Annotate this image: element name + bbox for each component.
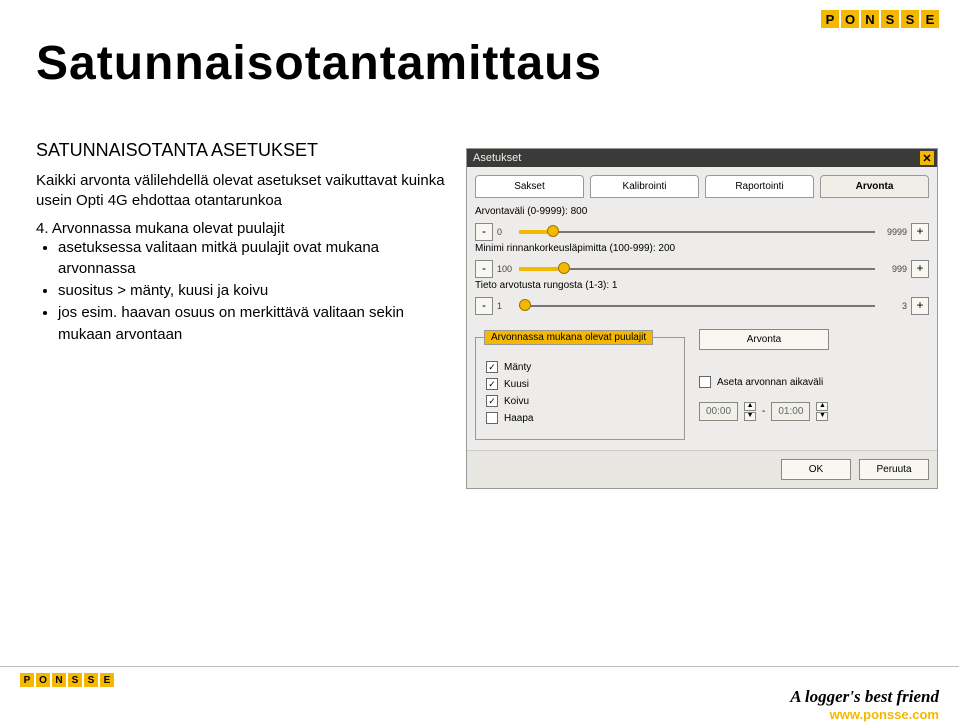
slider-tieto: - 1 3 + xyxy=(475,297,929,315)
interval-label: Aseta arvonnan aikaväli xyxy=(717,377,823,388)
slider-min: 0 xyxy=(497,227,515,237)
slider-min: 100 xyxy=(497,264,515,274)
group-legend: Arvonnassa mukana olevat puulajit xyxy=(484,330,653,345)
panel-title: Asetukset xyxy=(473,152,521,164)
footer-url: www.ponsse.com xyxy=(790,707,939,722)
bullet: asetuksessa valitaan mitkä puulajit ovat… xyxy=(58,237,446,281)
time-dash: - xyxy=(762,406,765,417)
slide-footer: P O N S S E A logger's best friend www.p… xyxy=(0,666,959,710)
slider-arvontavali: - 0 9999 + xyxy=(475,223,929,241)
tagline: A logger's best friend xyxy=(790,687,939,707)
time-to-field[interactable]: 01:00 xyxy=(771,402,810,421)
species-row-manty: ✓ Mänty xyxy=(486,361,674,373)
bullet: suositus > mänty, kuusi ja koivu xyxy=(58,280,446,302)
species-row-kuusi: ✓ Kuusi xyxy=(486,378,674,390)
species-row-koivu: ✓ Koivu xyxy=(486,395,674,407)
logo-letter: S xyxy=(901,10,919,28)
minus-button[interactable]: - xyxy=(475,260,493,278)
logo-letter: S xyxy=(881,10,899,28)
item4-heading: 4. Arvonnassa mukana olevat puulajit xyxy=(36,220,446,237)
slider-min: 1 xyxy=(497,301,515,311)
spin-down-icon[interactable]: ▼ xyxy=(816,412,828,421)
checkbox[interactable] xyxy=(486,412,498,424)
minus-button[interactable]: - xyxy=(475,297,493,315)
logo-letter: N xyxy=(861,10,879,28)
slider-max: 9999 xyxy=(879,227,907,237)
species-label: Mänty xyxy=(504,362,531,373)
slider-max: 999 xyxy=(879,264,907,274)
logo-letter: N xyxy=(52,673,66,687)
slider-minimi: - 100 999 + xyxy=(475,260,929,278)
logo-letter: E xyxy=(100,673,114,687)
tab-raportointi[interactable]: Raportointi xyxy=(705,175,814,198)
panel-titlebar: Asetukset ✕ xyxy=(467,149,937,167)
close-icon[interactable]: ✕ xyxy=(920,151,934,165)
slider-max: 3 xyxy=(879,301,907,311)
panel-footer: OK Peruuta xyxy=(467,450,937,488)
time-from-field[interactable]: 00:00 xyxy=(699,402,738,421)
intro-text: Kaikki arvonta välilehdellä olevat asetu… xyxy=(36,171,446,212)
species-row-haapa: Haapa xyxy=(486,412,674,424)
tab-arvonta[interactable]: Arvonta xyxy=(820,175,929,198)
tab-kalibrointi[interactable]: Kalibrointi xyxy=(590,175,699,198)
logo-letter: S xyxy=(84,673,98,687)
checkbox[interactable]: ✓ xyxy=(486,395,498,407)
cancel-button[interactable]: Peruuta xyxy=(859,459,929,480)
tab-bar: Sakset Kalibrointi Raportointi Arvonta xyxy=(467,167,937,202)
species-label: Haapa xyxy=(504,413,533,424)
checkbox[interactable]: ✓ xyxy=(486,361,498,373)
logo-letter: P xyxy=(821,10,839,28)
plus-button[interactable]: + xyxy=(911,223,929,241)
slider-label: Tieto arvotusta rungosta (1-3): 1 xyxy=(475,280,929,291)
species-group: Arvonnassa mukana olevat puulajit ✓ Mänt… xyxy=(475,337,685,440)
logo-letter: P xyxy=(20,673,34,687)
spin-up-icon[interactable]: ▲ xyxy=(744,402,756,411)
slider-label: Minimi rinnankorkeusläpimitta (100-999):… xyxy=(475,243,929,254)
plus-button[interactable]: + xyxy=(911,260,929,278)
slider-thumb[interactable] xyxy=(547,225,559,237)
logo-letter: E xyxy=(921,10,939,28)
ponsse-logo-bottom: P O N S S E xyxy=(20,673,939,687)
species-label: Koivu xyxy=(504,396,529,407)
slider-thumb[interactable] xyxy=(558,262,570,274)
species-label: Kuusi xyxy=(504,379,529,390)
checkbox-interval[interactable] xyxy=(699,376,711,388)
slider-track[interactable] xyxy=(519,260,875,278)
ok-button[interactable]: OK xyxy=(781,459,851,480)
spin-up-icon[interactable]: ▲ xyxy=(816,402,828,411)
slider-thumb[interactable] xyxy=(519,299,531,311)
plus-button[interactable]: + xyxy=(911,297,929,315)
page-title: Satunnaisotantamittaus xyxy=(36,36,602,91)
logo-letter: O xyxy=(36,673,50,687)
slider-label: Arvontaväli (0-9999): 800 xyxy=(475,206,929,217)
arvonta-button[interactable]: Arvonta xyxy=(699,329,829,350)
minus-button[interactable]: - xyxy=(475,223,493,241)
spin-down-icon[interactable]: ▼ xyxy=(744,412,756,421)
tab-sakset[interactable]: Sakset xyxy=(475,175,584,198)
section-subhead: SATUNNAISOTANTA ASETUKSET xyxy=(36,140,446,161)
settings-panel: Asetukset ✕ Sakset Kalibrointi Raportoin… xyxy=(466,148,938,489)
logo-letter: S xyxy=(68,673,82,687)
ponsse-logo-top: P O N S S E xyxy=(821,10,939,28)
logo-letter: O xyxy=(841,10,859,28)
slider-track[interactable] xyxy=(519,223,875,241)
checkbox[interactable]: ✓ xyxy=(486,378,498,390)
slider-track[interactable] xyxy=(519,297,875,315)
bullet: jos esim. haavan osuus on merkittävä val… xyxy=(58,302,446,346)
